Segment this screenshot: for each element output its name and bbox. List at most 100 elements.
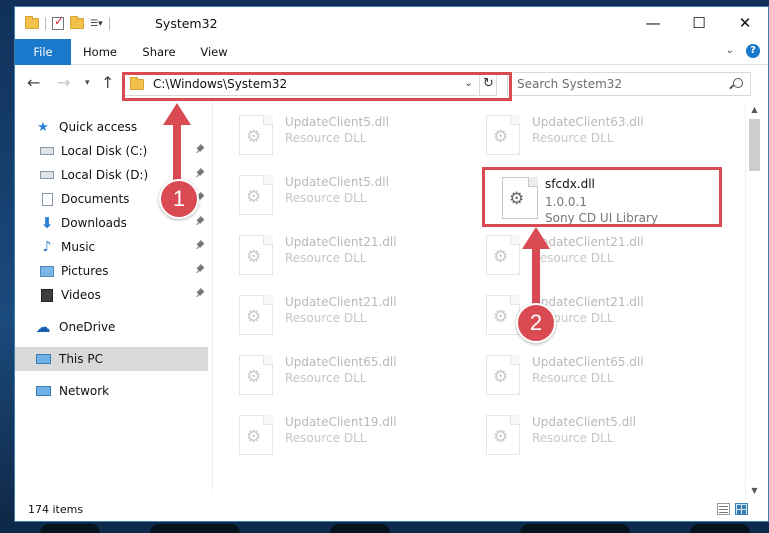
tab-view[interactable]: View [191,39,237,65]
file-type: Resource DLL [532,371,614,385]
scroll-up-icon[interactable]: ▲ [746,101,763,118]
minimize-button[interactable]: — [630,7,676,39]
file-type: Resource DLL [532,431,614,445]
up-icon[interactable]: ↑ [101,73,114,92]
nav-item-label: Pictures [61,264,109,278]
file-name: UpdateClient65.dll [285,355,397,369]
nav-item-label: Documents [61,192,130,206]
nav-item-videos[interactable]: Videos [15,283,208,307]
pin-icon[interactable] [196,265,206,275]
file-type: Resource DLL [285,371,367,385]
address-path[interactable]: C:\Windows\System32 [153,77,287,91]
file-item[interactable]: ⚙ UpdateClient65.dll Resource DLL [462,345,702,401]
back-icon[interactable]: ← [27,73,40,92]
nav-item-local-disk-c[interactable]: Local Disk (C:) [15,139,208,163]
title-bar: ☰▾ System32 — ☐ ✕ [15,7,768,39]
pin-icon[interactable] [196,169,206,179]
file-item[interactable]: ⚙ UpdateClient19.dll Resource DLL [215,405,455,461]
nav-item-this-pc[interactable]: This PC [15,347,208,371]
file-item-sfcdx[interactable]: ⚙ sfcdx.dll 1.0.0.1 Sony CD UI Library [462,165,702,225]
nav-item-label: Local Disk (D:) [61,168,149,182]
file-item[interactable]: ⚙ UpdateClient65.dll Resource DLL [215,345,455,401]
status-bar: 174 items [15,499,768,521]
details-view-icon[interactable] [717,503,730,515]
file-item[interactable]: ⚙ UpdateClient63.dll Resource DLL [462,105,702,161]
window-title: System32 [155,16,218,31]
file-item[interactable]: ⚙ UpdateClient5.dll Resource DLL [215,165,455,221]
dll-file-icon: ⚙ [239,415,273,455]
file-name: sfcdx.dll [545,177,595,191]
file-explorer-window: ☰▾ System32 — ☐ ✕ File Home Share View ⌄… [14,6,769,522]
dll-file-icon: ⚙ [486,235,520,275]
file-item[interactable]: ⚙ UpdateClient21.dll Resource DLL [462,285,702,341]
file-type: Resource DLL [285,311,367,325]
file-type: Resource DLL [532,131,614,145]
vertical-scrollbar[interactable]: ▲ ▼ [745,101,762,499]
pin-icon[interactable] [196,289,206,299]
file-name: UpdateClient21.dll [285,295,397,309]
dll-file-icon: ⚙ [239,355,273,395]
nav-item-label: OneDrive [59,320,116,334]
nav-item-pictures[interactable]: Pictures [15,259,208,283]
customize-toolbar-icon[interactable]: ☰▾ [90,19,103,29]
large-icons-view-icon[interactable] [735,503,748,515]
download-icon: ⬇ [40,214,54,232]
dll-file-icon: ⚙ [239,295,273,335]
address-dropdown-icon[interactable]: ⌄ [464,76,473,89]
nav-item-label: Local Disk (C:) [61,144,148,158]
file-version: 1.0.0.1 [545,195,587,209]
nav-item-music[interactable]: ♪ Music [15,235,208,259]
nav-item-quick-access[interactable]: ★ Quick access [15,115,208,139]
maximize-button[interactable]: ☐ [676,7,722,39]
tab-home[interactable]: Home [75,39,125,65]
item-count: 174 items [28,503,84,516]
file-name: UpdateClient21.dll [532,235,644,249]
file-item[interactable]: ⚙ UpdateClient21.dll Resource DLL [462,225,702,281]
nav-item-onedrive[interactable]: ☁ OneDrive [15,315,208,339]
network-icon [35,384,51,398]
dll-file-icon: ⚙ [486,355,520,395]
divider [45,17,46,30]
forward-icon[interactable]: → [57,73,70,92]
navigation-pane: ★ Quick access Local Disk (C:) Local Dis… [15,101,213,491]
tab-share[interactable]: Share [133,39,185,65]
folder-icon[interactable] [25,16,39,29]
dll-file-icon: ⚙ [502,177,538,219]
folder-icon [130,77,144,90]
nav-item-label: This PC [59,352,103,366]
pin-icon[interactable] [196,145,206,155]
scrollbar-thumb[interactable] [749,119,760,171]
scroll-down-icon[interactable]: ▼ [746,482,763,499]
search-icon [733,78,743,88]
tab-file[interactable]: File [15,39,71,65]
address-bar[interactable]: C:\Windows\System32 ⌄ ↻ [123,72,497,96]
recent-locations-icon[interactable]: ▾ [85,78,90,88]
documents-icon [39,192,55,206]
file-name: UpdateClient63.dll [532,115,644,129]
close-button[interactable]: ✕ [722,7,768,39]
new-folder-icon[interactable] [70,16,84,29]
file-name: UpdateClient5.dll [532,415,636,429]
file-item[interactable]: ⚙ UpdateClient5.dll Resource DLL [462,405,702,461]
file-item[interactable]: ⚙ UpdateClient21.dll Resource DLL [215,225,455,281]
step-1-badge: 1 [159,179,199,219]
nav-item-label: Videos [61,288,101,302]
search-input[interactable]: Search System32 [517,77,622,91]
properties-icon[interactable] [52,14,64,30]
pin-icon[interactable] [196,241,206,251]
computer-icon [35,352,51,366]
pin-icon[interactable] [196,217,206,227]
help-icon[interactable]: ? [746,44,760,58]
file-item[interactable]: ⚙ UpdateClient5.dll Resource DLL [215,105,455,161]
star-icon: ★ [37,119,49,135]
nav-item-network[interactable]: Network [15,379,208,403]
ribbon: File Home Share View ⌄ ? [15,39,768,65]
refresh-icon[interactable]: ↻ [479,73,497,95]
expand-ribbon-icon[interactable]: ⌄ [726,45,734,56]
file-list: ⚙ UpdateClient5.dll Resource DLL ⚙ Updat… [215,101,745,491]
nav-item-label: Downloads [61,216,127,230]
music-icon: ♪ [42,239,52,255]
file-type: Resource DLL [285,191,367,205]
file-item[interactable]: ⚙ UpdateClient21.dll Resource DLL [215,285,455,341]
search-box[interactable]: Search System32 [507,72,751,96]
